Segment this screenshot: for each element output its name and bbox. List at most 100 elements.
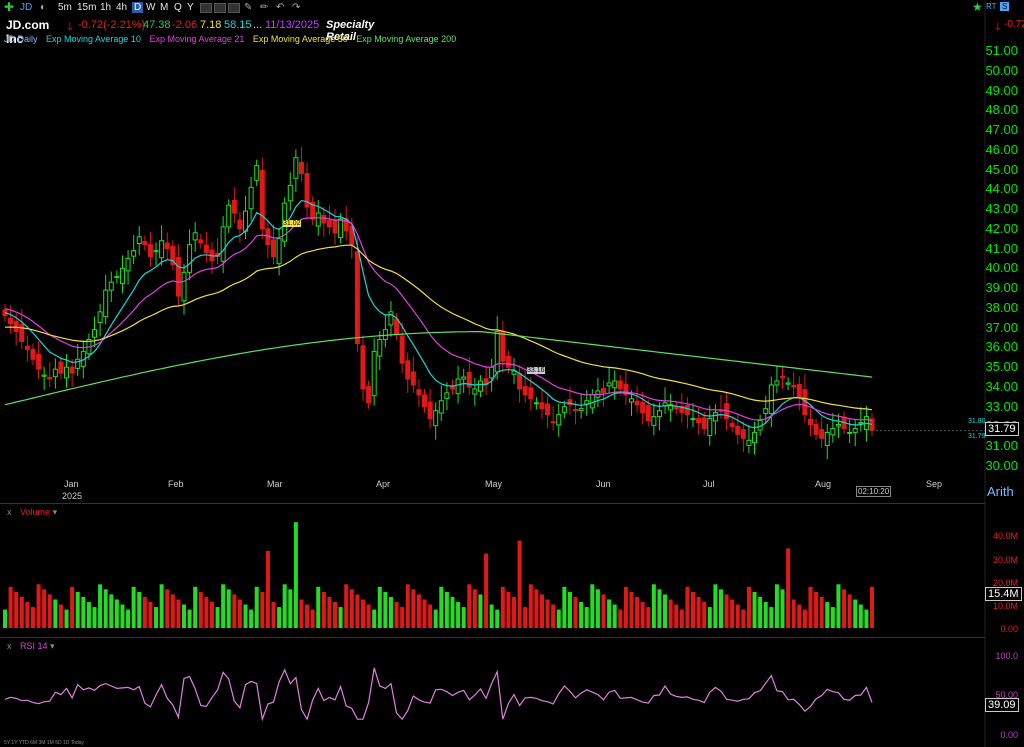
volume-title: x Volume ▾	[7, 507, 57, 518]
candle-body	[220, 226, 226, 262]
range-5d[interactable]: 5D	[55, 740, 61, 746]
month-jun: Jun	[596, 479, 611, 489]
volume-bar	[545, 599, 550, 628]
candle-body	[399, 335, 405, 364]
volume-bar	[159, 584, 164, 628]
candle-body	[645, 405, 651, 422]
range-1d[interactable]: 1D	[63, 740, 69, 746]
volume-bar	[377, 586, 382, 628]
price-tick-50-00: 50.00	[985, 62, 1018, 78]
candle-body	[561, 406, 567, 413]
volume-bar	[870, 586, 874, 628]
candle-body	[768, 384, 774, 414]
candle-body	[52, 368, 58, 378]
candle-body	[69, 366, 75, 374]
price-tick-37-00: 37.00	[985, 319, 1018, 335]
volume-bar	[517, 540, 522, 628]
candle-body	[13, 320, 19, 333]
volume-bar	[763, 602, 768, 628]
volume-bar	[271, 602, 276, 628]
volume-bar	[864, 609, 869, 628]
candle-body	[231, 199, 237, 214]
volume-label: Volume	[20, 507, 51, 517]
candle-body	[696, 418, 702, 424]
volume-bar	[512, 596, 517, 628]
candle-body	[780, 375, 786, 378]
candle-body	[75, 358, 81, 369]
candle-body	[276, 238, 282, 265]
rsi-title: x RSI 14 ▾	[7, 641, 55, 652]
candle-body	[673, 406, 679, 410]
volume-bar	[142, 596, 147, 628]
ask-label: 31.79	[968, 433, 986, 440]
volume-bar	[774, 584, 779, 628]
price-tick-49-00: 49.00	[985, 82, 1018, 98]
candle-body	[824, 431, 830, 446]
volume-bar	[81, 596, 86, 628]
range-6m[interactable]: 6M	[30, 740, 37, 746]
candle-body	[477, 380, 483, 392]
volume-bar	[405, 584, 410, 628]
candle-body	[612, 380, 618, 389]
candle-body	[366, 386, 372, 404]
candle-body	[819, 429, 825, 439]
vol-axis-30: 30.0M	[992, 555, 1018, 565]
candle-body	[550, 421, 556, 424]
volume-menu-icon[interactable]: ▾	[53, 507, 58, 517]
price-tick-47-00: 47.00	[985, 122, 1018, 138]
volume-bar	[53, 599, 58, 628]
candle-body	[847, 431, 853, 434]
scale-mode[interactable]: Arith	[987, 484, 1014, 499]
candle-body	[103, 289, 109, 318]
close-rsi-icon[interactable]: x	[7, 641, 12, 651]
month-apr: Apr	[376, 479, 391, 489]
volume-bar	[64, 609, 69, 628]
volume-bar	[612, 604, 617, 628]
volume-bar	[467, 584, 472, 628]
year-label: 2025	[62, 491, 83, 501]
volume-bar	[355, 594, 360, 628]
candle-body	[511, 370, 517, 375]
range-5y[interactable]: 5Y	[4, 740, 10, 746]
volume-bar	[595, 589, 600, 628]
volume-bar	[137, 591, 142, 628]
volume-bar	[657, 589, 662, 628]
volume-bar	[86, 602, 91, 628]
range-today[interactable]: Today	[71, 740, 84, 746]
volume-bar	[383, 591, 388, 628]
volume-bar	[607, 599, 612, 628]
volume-bar	[209, 602, 214, 628]
candle-body	[287, 184, 293, 202]
volume-bar	[3, 609, 7, 628]
range-1y[interactable]: 1Y	[11, 740, 17, 746]
volume-bar	[456, 602, 461, 628]
price-tick-42-00: 42.00	[985, 220, 1018, 236]
range-1m[interactable]: 1M	[47, 740, 54, 746]
candle-body	[489, 366, 495, 379]
range-3m[interactable]: 3M	[39, 740, 46, 746]
price-chart[interactable]	[0, 0, 1024, 747]
volume-bar	[170, 594, 175, 628]
candle-body	[617, 380, 623, 390]
price-tick-43-00: 43.00	[985, 201, 1018, 217]
volume-bar	[472, 589, 477, 628]
volume-bar	[120, 604, 125, 628]
volume-bar	[461, 607, 466, 628]
candle-body	[438, 400, 444, 414]
volume-bar	[825, 602, 830, 628]
volume-bar	[808, 586, 813, 628]
volume-bar	[299, 599, 304, 628]
volume-bar	[730, 599, 735, 628]
candle-body	[528, 387, 534, 400]
range-ytd[interactable]: YTD	[19, 740, 29, 746]
volume-bar	[444, 591, 449, 628]
candle-body	[494, 331, 500, 373]
close-volume-icon[interactable]: x	[7, 507, 12, 517]
volume-bar	[623, 586, 628, 628]
candle-body	[293, 157, 299, 179]
candle-body	[539, 402, 545, 410]
price-tick-51-00: 51.00	[985, 43, 1018, 58]
candle-body	[813, 424, 819, 435]
volume-bar	[126, 609, 131, 628]
rsi-menu-icon[interactable]: ▾	[50, 641, 55, 651]
